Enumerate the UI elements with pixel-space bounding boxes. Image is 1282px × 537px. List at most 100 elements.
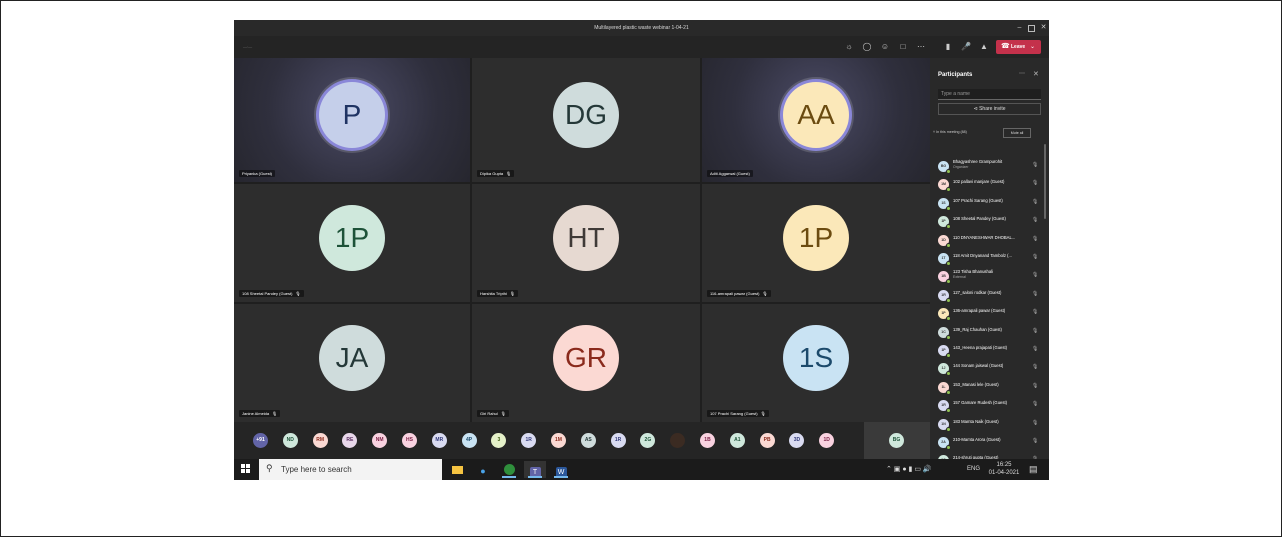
- tile-name: Harshita Tripthi 🎙: [477, 290, 518, 297]
- strip-avatar[interactable]: 4P: [461, 433, 477, 448]
- word-app[interactable]: W: [550, 461, 572, 478]
- mic-off-icon[interactable]: 🎙: [1032, 401, 1038, 407]
- avatar: HT: [553, 205, 619, 271]
- strip-avatar[interactable]: PB: [759, 433, 775, 448]
- chevron-down-icon[interactable]: ⌄: [1030, 40, 1035, 54]
- windows-start-icon[interactable]: [241, 464, 251, 474]
- taskbar-search[interactable]: ⚲ Type here to search: [259, 459, 442, 480]
- mic-off-icon[interactable]: 🎙: [1032, 236, 1038, 242]
- participant-row[interactable]: 1P 108 Sheetal Pandey (Guest) 🎙: [938, 215, 1041, 230]
- rooms-icon[interactable]: □: [897, 41, 909, 53]
- participant-row[interactable]: 1T 118 Amit Dnyanand Tambolz (... 🎙: [938, 252, 1041, 266]
- clock[interactable]: 16:25 01-04-2021: [984, 461, 1024, 477]
- mic-off-icon[interactable]: 🎙: [1032, 217, 1038, 223]
- mute-all-button[interactable]: Mute all: [1003, 128, 1031, 138]
- mic-icon[interactable]: 🎤: [960, 41, 972, 53]
- strip-avatar[interactable]: 1B: [700, 433, 715, 448]
- teams-app[interactable]: T: [524, 461, 546, 478]
- mic-off-icon[interactable]: 🎙: [1032, 328, 1038, 334]
- participant-row[interactable]: 1S 107 Prachi Sarang (Guest) 🎙: [938, 197, 1041, 211]
- tile-name: 116-amrapali pawar (Guest) 🎙: [707, 290, 771, 297]
- close-window-icon[interactable]: ✕: [1038, 20, 1049, 36]
- chrome-app[interactable]: [498, 461, 520, 478]
- video-tile[interactable]: GR Giri Rahul 🎙: [472, 304, 700, 422]
- participant-row[interactable]: 1R 127_saloni rodkar (Guest) 🎙: [938, 289, 1041, 303]
- video-tile[interactable]: 1S 107 Prachi Sarang (Guest) 🎙: [702, 304, 930, 422]
- share-screen-icon[interactable]: ▲: [978, 41, 990, 53]
- participant-row[interactable]: 1L 153_Manasi lele (Guest) 🎙: [938, 381, 1041, 395]
- participant-row[interactable]: 1C 139_Raj Chauhan (Guest) 🎙: [938, 326, 1041, 340]
- strip-avatar[interactable]: 2G: [640, 433, 656, 448]
- participants-icon[interactable]: ☼: [843, 41, 855, 53]
- strip-avatar[interactable]: 1R: [521, 433, 537, 448]
- chat-icon[interactable]: ◯: [861, 41, 873, 53]
- strip-avatar[interactable]: 1D: [819, 433, 835, 448]
- mic-off-icon[interactable]: 🎙: [1032, 383, 1038, 389]
- participant-row[interactable]: 1R 157 Gamare Rudesh (Guest) 🎙: [938, 399, 1041, 414]
- mic-off-icon[interactable]: 🎙: [1032, 254, 1038, 260]
- notifications-icon[interactable]: ▤: [1029, 464, 1038, 475]
- maximize-icon[interactable]: [1028, 25, 1035, 32]
- section-header[interactable]: ˅ In this meeting (88): [933, 130, 967, 134]
- strip-avatar[interactable]: RM: [312, 433, 328, 448]
- mic-off-icon[interactable]: 🎙: [1032, 346, 1038, 352]
- participant-row[interactable]: 1B 123 Tisha Bhanushali External 🎙: [938, 269, 1041, 285]
- phone-icon: ☎: [1001, 43, 1010, 50]
- video-tile[interactable]: HT Harshita Tripthi 🎙: [472, 184, 700, 302]
- video-tile[interactable]: DG Dipika Gupta 🎙: [472, 58, 700, 182]
- mic-off-icon[interactable]: 🎙: [1032, 199, 1038, 205]
- video-tile[interactable]: 1P 116-amrapali pawar (Guest) 🎙: [702, 184, 930, 302]
- scrollbar[interactable]: [1044, 144, 1046, 219]
- video-tile[interactable]: 1P 108 Sheetal Pandey (Guest) 🎙: [234, 184, 470, 302]
- system-tray-icons[interactable]: ⌃ ▣ ● ▮ ▭ 🔊: [886, 465, 932, 473]
- participant-name: 127_saloni rodkar (Guest): [953, 289, 1002, 295]
- participant-search-input[interactable]: Type a name: [938, 89, 1041, 100]
- mic-off-icon[interactable]: 🎙: [1032, 438, 1038, 444]
- strip-avatar[interactable]: HS: [402, 433, 417, 448]
- mic-off-icon[interactable]: 🎙: [1032, 180, 1038, 186]
- mic-off-icon[interactable]: 🎙: [1032, 364, 1038, 370]
- more-options-icon[interactable]: ⋯: [1019, 70, 1025, 77]
- language-indicator[interactable]: ENG: [967, 466, 980, 472]
- search-icon: ⚲: [266, 463, 273, 473]
- strip-avatar[interactable]: AS: [580, 433, 596, 448]
- video-tile[interactable]: P Priyanka (Guest): [234, 58, 470, 182]
- video-tile[interactable]: JA Janine Almeida 🎙: [234, 304, 470, 422]
- self-preview[interactable]: BG: [864, 422, 930, 459]
- mic-off-icon[interactable]: 🎙: [1032, 291, 1038, 297]
- mic-off-icon[interactable]: 🎙: [1032, 272, 1038, 278]
- drop-app[interactable]: ●: [472, 461, 494, 478]
- minimize-icon[interactable]: –: [1014, 20, 1025, 36]
- video-grid: P Priyanka (Guest) DG Dipika Gupta 🎙 AA A…: [234, 58, 930, 422]
- strip-avatar[interactable]: MR: [431, 433, 447, 448]
- mic-off-icon[interactable]: 🎙: [1032, 420, 1038, 426]
- strip-avatar[interactable]: A1: [729, 433, 745, 448]
- mic-off-icon[interactable]: 🎙: [1032, 162, 1038, 168]
- video-tile[interactable]: AA Aditi Aggarwal (Guest): [702, 58, 930, 182]
- participant-row[interactable]: 1J 144 Sonam jaiswal (Guest) 🎙: [938, 362, 1041, 377]
- strip-avatar[interactable]: [670, 433, 686, 448]
- strip-avatar[interactable]: ND: [282, 433, 298, 448]
- participant-row[interactable]: 1N 183 Mamta Naik (Guest) 🎙: [938, 418, 1041, 432]
- leave-button[interactable]: ☎ Leave ⌄: [996, 40, 1041, 54]
- reactions-icon[interactable]: ☺: [879, 41, 891, 53]
- participant-row[interactable]: 1P 143_Heena prajapati (Guest) 🎙: [938, 344, 1041, 358]
- close-icon[interactable]: ✕: [1033, 70, 1039, 78]
- more-actions-icon[interactable]: ⋯: [915, 41, 927, 53]
- participant-row[interactable]: 2A 210-Mamta Arora (Guest) 🎙: [938, 436, 1041, 450]
- participant-row[interactable]: BG Bhagyashree Grampurohit Organizer 🎙: [938, 159, 1041, 174]
- strip-avatar[interactable]: 1R: [610, 433, 626, 448]
- file-explorer-app[interactable]: [446, 461, 468, 478]
- share-invite-button[interactable]: ⊲ Share invite: [938, 103, 1041, 115]
- strip-avatar[interactable]: RE: [342, 433, 358, 448]
- strip-avatar[interactable]: 1M: [551, 433, 566, 448]
- mic-off-icon[interactable]: 🎙: [1032, 309, 1038, 315]
- strip-avatar[interactable]: 3: [491, 433, 507, 448]
- participant-row[interactable]: 1M 102 pallavi manjare (Guest) 🎙: [938, 178, 1041, 193]
- participant-row[interactable]: 1D 110 DNYANESHWAR DHOBAL... 🎙: [938, 234, 1041, 248]
- strip-avatar[interactable]: NM: [372, 433, 388, 448]
- camera-icon[interactable]: ▮: [942, 41, 954, 53]
- participant-row[interactable]: 1P 136-amrapali pawar (Guest) 🎙: [938, 307, 1041, 322]
- strip-avatar[interactable]: +91: [253, 433, 268, 448]
- strip-avatar[interactable]: 3D: [789, 433, 805, 448]
